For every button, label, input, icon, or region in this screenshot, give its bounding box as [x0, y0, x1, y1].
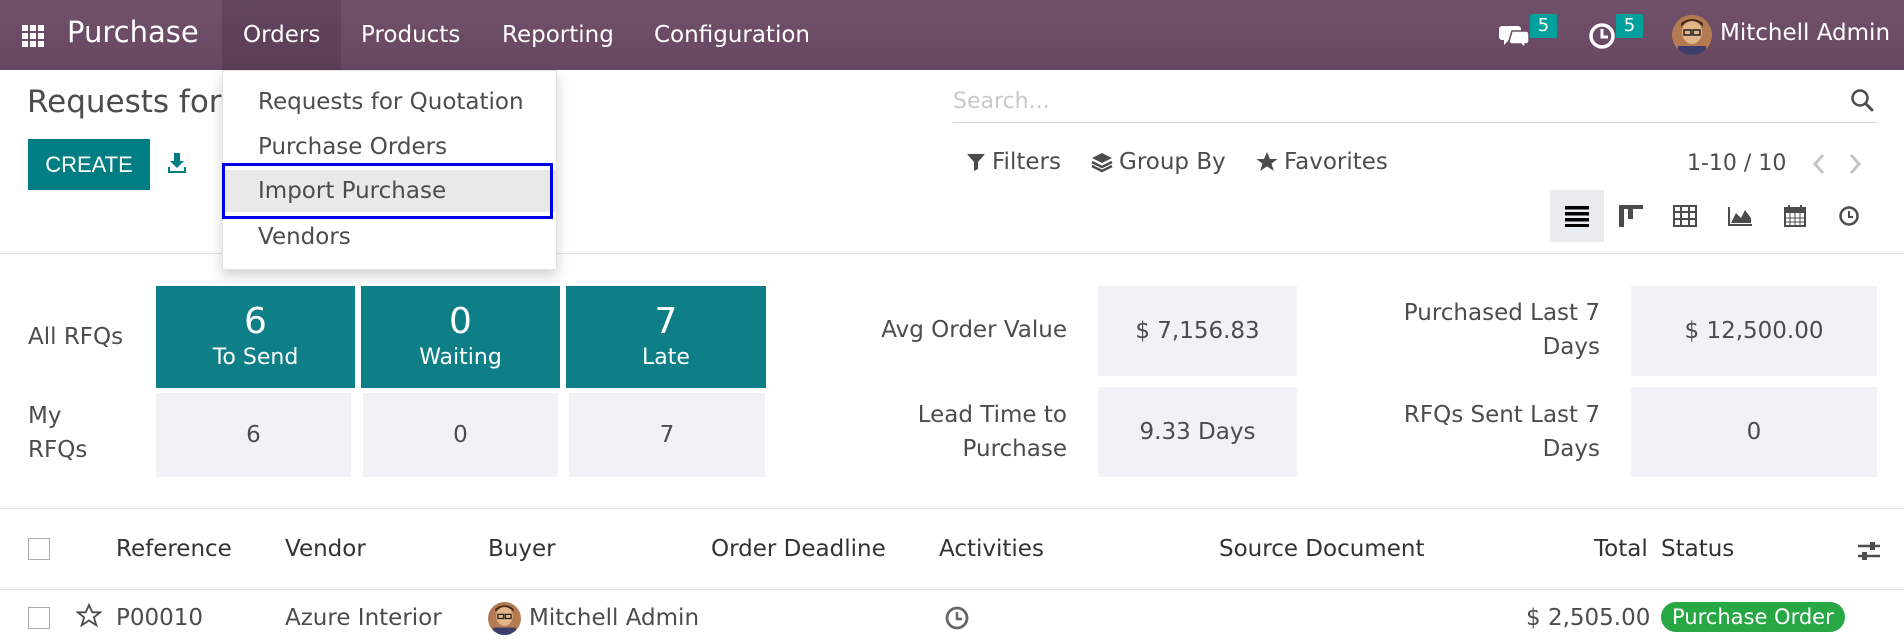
my-late-tile[interactable]: 7: [569, 393, 765, 477]
to-send-count: 6: [244, 301, 267, 342]
my-rfqs-label-line-1: My: [28, 403, 62, 429]
waiting-tile[interactable]: 0 Waiting: [361, 286, 560, 388]
purchased-label-line-2: Days: [1542, 334, 1600, 360]
rfqs-sent-label-line-1: RFQs Sent Last 7: [1403, 402, 1600, 428]
download-icon[interactable]: [167, 152, 187, 174]
avg-order-value-label: Avg Order Value: [881, 317, 1067, 343]
search-input[interactable]: [953, 83, 1813, 119]
favorites-label: Favorites: [1284, 149, 1388, 175]
activity-clock-icon[interactable]: [944, 605, 970, 631]
to-send-label: To Send: [212, 345, 299, 370]
pager-previous-icon[interactable]: [1810, 152, 1828, 176]
filters-label: Filters: [992, 149, 1061, 175]
my-rfqs-label: My RFQs: [28, 399, 87, 467]
column-status[interactable]: Status: [1661, 536, 1734, 562]
late-tile[interactable]: 7 Late: [566, 286, 766, 388]
calendar-icon: [1784, 205, 1806, 227]
table-icon: [1673, 205, 1697, 227]
avg-order-value: $ 7,156.83: [1098, 286, 1297, 376]
my-waiting-tile[interactable]: 0: [363, 393, 558, 477]
lead-time-label: Lead Time to Purchase: [830, 398, 1067, 466]
layers-icon: [1091, 153, 1113, 173]
dashboard-divider: [0, 508, 1904, 509]
create-button[interactable]: CREATE: [28, 139, 150, 190]
row-total: $ 2,505.00: [1526, 605, 1651, 631]
waiting-label: Waiting: [419, 345, 502, 370]
group-by-label: Group By: [1119, 149, 1226, 175]
my-late-count: 7: [659, 422, 675, 448]
user-name[interactable]: Mitchell Admin: [1720, 20, 1890, 46]
activities-badge: 5: [1616, 14, 1643, 38]
lead-time-value: 9.33 Days: [1098, 387, 1297, 477]
priority-star-icon[interactable]: [76, 603, 102, 629]
lead-time-label-line-2: Purchase: [962, 436, 1067, 462]
my-waiting-count: 0: [453, 422, 468, 448]
kanban-view-button[interactable]: [1604, 190, 1658, 242]
top-navbar: Purchase Orders Products Reporting Confi…: [0, 0, 1904, 70]
kanban-icon: [1619, 205, 1643, 227]
user-avatar[interactable]: [1672, 15, 1712, 55]
star-icon: [1256, 152, 1278, 171]
chat-icon[interactable]: [1498, 18, 1532, 52]
row-checkbox[interactable]: [28, 607, 50, 629]
search-bar: [953, 81, 1877, 123]
search-icon[interactable]: [1849, 87, 1875, 113]
column-total[interactable]: Total: [1594, 536, 1648, 562]
column-reference[interactable]: Reference: [116, 536, 232, 562]
late-count: 7: [654, 301, 678, 342]
app-name: Purchase: [67, 15, 199, 49]
column-order-deadline[interactable]: Order Deadline: [711, 536, 886, 562]
my-rfqs-label-line-2: RFQs: [28, 437, 88, 463]
column-activities[interactable]: Activities: [939, 536, 1044, 562]
menu-item-purchase-orders[interactable]: Purchase Orders: [223, 126, 556, 168]
column-vendor[interactable]: Vendor: [285, 536, 366, 562]
buyer-avatar: [488, 602, 521, 635]
optional-columns-icon[interactable]: [1857, 540, 1881, 562]
menu-item-requests-for-quotation[interactable]: Requests for Quotation: [223, 81, 556, 123]
favorites-button[interactable]: Favorites: [1256, 149, 1388, 175]
list-view-button[interactable]: [1550, 190, 1604, 242]
activity-clock-icon[interactable]: [1586, 18, 1620, 52]
to-send-tile[interactable]: 6 To Send: [156, 286, 355, 388]
clock-icon: [1839, 206, 1859, 226]
row-reference: P00010: [116, 605, 204, 631]
pager-value[interactable]: 1-10 / 10: [1687, 151, 1786, 176]
filter-icon: [967, 154, 985, 171]
area-chart-icon: [1728, 207, 1752, 226]
menu-products[interactable]: Products: [340, 0, 481, 70]
highlight-box: [222, 163, 553, 219]
apps-menu-icon[interactable]: [22, 25, 44, 47]
row-buyer: Mitchell Admin: [529, 605, 700, 631]
my-to-send-count: 6: [246, 422, 261, 448]
graph-view-button[interactable]: [1713, 190, 1767, 242]
row-vendor: Azure Interior: [285, 605, 442, 631]
list-icon: [1565, 206, 1589, 227]
messages-badge: 5: [1530, 14, 1557, 38]
pager-next-icon[interactable]: [1846, 152, 1864, 176]
waiting-count: 0: [449, 301, 472, 342]
activity-view-button[interactable]: [1822, 190, 1876, 242]
all-rfqs-label: All RFQs: [28, 324, 124, 350]
status-badge: Purchase Order: [1661, 602, 1845, 632]
filters-button[interactable]: Filters: [966, 149, 1061, 175]
my-to-send-tile[interactable]: 6: [156, 393, 351, 477]
menu-item-vendors[interactable]: Vendors: [223, 216, 556, 258]
late-label: Late: [642, 345, 690, 370]
purchased-label-line-1: Purchased Last 7: [1403, 300, 1600, 326]
pivot-view-button[interactable]: [1658, 190, 1712, 242]
menu-reporting[interactable]: Reporting: [481, 0, 635, 70]
rfqs-sent-last-7-days-value: 0: [1631, 387, 1877, 477]
menu-configuration[interactable]: Configuration: [633, 0, 831, 70]
lead-time-label-line-1: Lead Time to: [917, 402, 1067, 428]
column-source-document[interactable]: Source Document: [1219, 536, 1424, 562]
rfqs-sent-label-line-2: Days: [1542, 436, 1600, 462]
rfqs-sent-last-7-days-label: RFQs Sent Last 7 Days: [1360, 398, 1600, 466]
purchased-last-7-days-label: Purchased Last 7 Days: [1360, 296, 1600, 364]
group-by-button[interactable]: Group By: [1091, 149, 1226, 175]
menu-orders[interactable]: Orders: [222, 0, 342, 70]
purchased-last-7-days-value: $ 12,500.00: [1631, 286, 1877, 376]
select-all-checkbox[interactable]: [28, 538, 50, 560]
column-buyer[interactable]: Buyer: [488, 536, 556, 562]
calendar-view-button[interactable]: [1768, 190, 1822, 242]
